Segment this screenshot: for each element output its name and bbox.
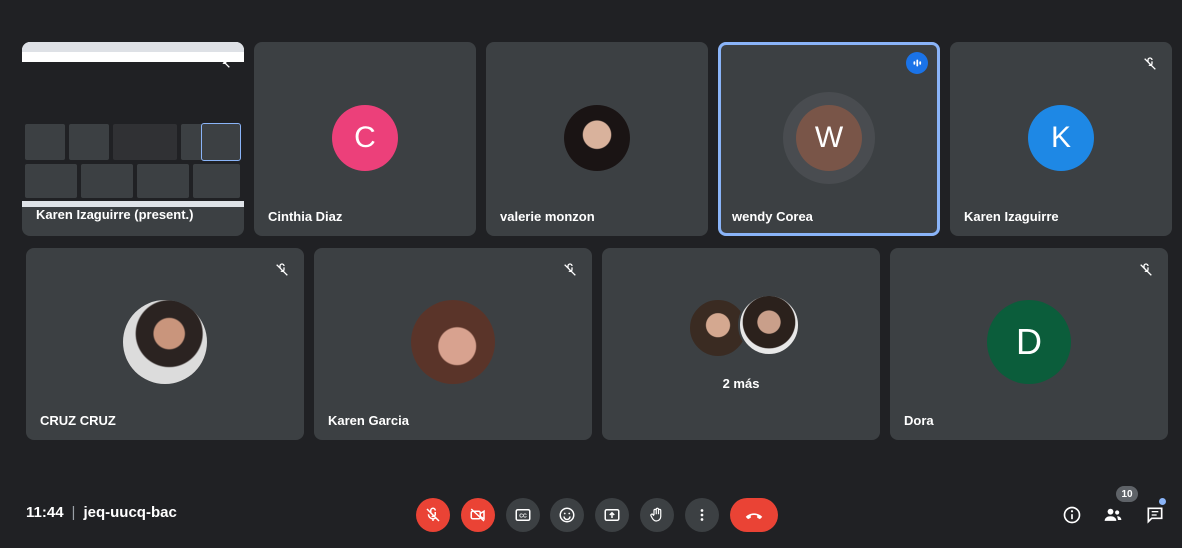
info-icon [1063, 506, 1081, 524]
tile-valerie-monzon[interactable]: valerie monzon [486, 42, 708, 236]
separator: | [71, 504, 76, 521]
tile-presenter[interactable]: Karen Izaguirre (present.) [22, 42, 244, 236]
more-options-button[interactable] [685, 498, 719, 532]
tile-karen-garcia[interactable]: Karen Garcia [314, 248, 592, 440]
emoji-icon [559, 507, 575, 523]
hang-up-icon [745, 513, 763, 520]
present-icon [604, 509, 620, 521]
mic-off-icon [1134, 258, 1158, 282]
tile-cruz-cruz[interactable]: CRUZ CRUZ [26, 248, 304, 440]
avatar: K [1028, 105, 1094, 171]
participant-name: valerie monzon [500, 209, 595, 224]
speaking-indicator-icon [906, 52, 928, 74]
mic-off-icon [426, 507, 440, 522]
avatar: D [987, 300, 1071, 384]
participant-name: Dora [904, 413, 934, 428]
mic-toggle-button[interactable] [416, 498, 450, 532]
shared-screen-preview [22, 42, 244, 207]
avatar-photo [123, 300, 207, 384]
tile-dora[interactable]: D Dora [890, 248, 1168, 440]
meeting-details-button[interactable] [1059, 502, 1085, 528]
meeting-info: 11:44 | jeq-uucq-bac [26, 504, 177, 521]
captions-icon: CC [515, 509, 531, 521]
participant-count-badge: 10 [1116, 486, 1138, 502]
mic-off-icon [558, 258, 582, 282]
participant-name: Cinthia Diaz [268, 209, 343, 224]
avatar: W [796, 105, 862, 171]
chat-icon [1147, 507, 1163, 524]
participant-name: CRUZ CRUZ [40, 413, 116, 428]
raise-hand-icon [650, 507, 662, 522]
participant-name: wendy Corea [732, 209, 813, 224]
reactions-button[interactable] [550, 498, 584, 532]
captions-button[interactable]: CC [506, 498, 540, 532]
mic-off-icon [1138, 52, 1162, 76]
avatar-photo [564, 105, 630, 171]
tile-cinthia-diaz[interactable]: C Cinthia Diaz [254, 42, 476, 236]
more-options-icon [700, 509, 704, 521]
avatar: C [332, 105, 398, 171]
chat-button[interactable] [1142, 502, 1168, 528]
tile-more-participants[interactable]: 2 más [602, 248, 880, 440]
participant-name: Karen Izaguirre (present.) [36, 207, 194, 222]
people-icon [1104, 508, 1122, 521]
leave-call-button[interactable] [730, 498, 778, 532]
mic-off-icon [270, 258, 294, 282]
camera-toggle-button[interactable] [461, 498, 495, 532]
tile-wendy-corea[interactable]: W wendy Corea [718, 42, 940, 236]
avatar-photo [738, 294, 800, 356]
participant-name: Karen Izaguirre [964, 209, 1059, 224]
raise-hand-button[interactable] [640, 498, 674, 532]
meeting-time: 11:44 [26, 504, 64, 521]
meeting-code: jeq-uucq-bac [83, 504, 177, 521]
participant-name: Karen Garcia [328, 413, 409, 428]
mic-off-icon [212, 50, 236, 74]
people-button[interactable] [1100, 502, 1126, 528]
camera-off-icon [470, 508, 485, 522]
present-now-button[interactable] [595, 498, 629, 532]
svg-text:CC: CC [519, 513, 527, 519]
more-participants-label: 2 más [722, 376, 760, 391]
chat-notification-dot [1159, 498, 1166, 505]
avatar-photo [411, 300, 495, 384]
tile-karen-izaguirre[interactable]: K Karen Izaguirre [950, 42, 1172, 236]
